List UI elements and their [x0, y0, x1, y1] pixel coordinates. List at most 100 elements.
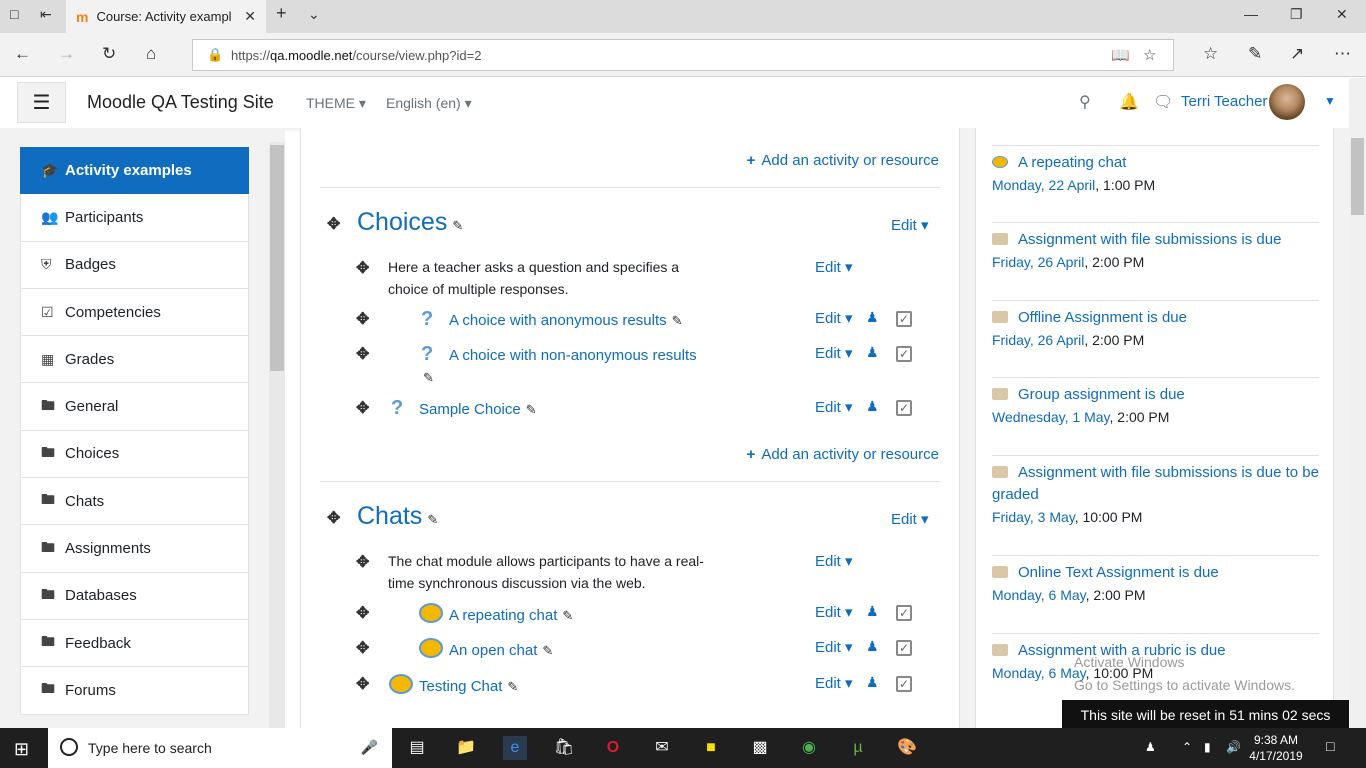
section-title-chats[interactable]: Chats ✎: [357, 502, 438, 531]
web-note-pen-icon[interactable]: ✎: [1248, 44, 1262, 64]
drawer-scrollbar-thumb[interactable]: [270, 145, 284, 371]
event-link[interactable]: Offline Assignment is due: [992, 307, 1319, 329]
edit-menu[interactable]: Edit ▾: [815, 638, 853, 656]
battery-icon[interactable]: ▮: [1204, 740, 1211, 754]
activity-link[interactable]: A repeating chat ✎: [419, 603, 573, 624]
close-tab-icon[interactable]: ✕: [244, 8, 256, 25]
move-icon[interactable]: ✥: [356, 674, 369, 694]
site-name[interactable]: Moodle QA Testing Site: [87, 92, 274, 113]
completion-checkbox[interactable]: ✓: [896, 346, 912, 362]
close-window-icon[interactable]: ✕: [1336, 6, 1348, 23]
event-link[interactable]: Online Text Assignment is due: [992, 562, 1319, 584]
utorrent-icon[interactable]: µ: [846, 736, 870, 760]
edit-menu[interactable]: Edit ▾: [815, 674, 853, 692]
store-icon[interactable]: 🛍: [552, 736, 576, 760]
edit-menu[interactable]: Edit ▾: [815, 309, 853, 327]
activity-link[interactable]: ? A choice with anonymous results ✎: [421, 308, 683, 331]
move-icon[interactable]: ✥: [356, 603, 369, 623]
event-link[interactable]: Assignment with file submissions is due …: [992, 462, 1319, 506]
nav-item-forums[interactable]: 🖿 Forums: [20, 667, 249, 715]
maximize-icon[interactable]: ❐: [1290, 6, 1303, 23]
tab-actions-icon[interactable]: □: [10, 6, 18, 22]
person-icon[interactable]: ♟: [866, 309, 879, 326]
minimize-icon[interactable]: —: [1244, 6, 1258, 22]
pencil-icon[interactable]: ✎: [427, 512, 438, 527]
activity-link[interactable]: ? A choice with non-anonymous results: [421, 343, 697, 366]
pencil-icon[interactable]: ✎: [562, 608, 573, 623]
edit-menu[interactable]: Edit ▾: [815, 344, 853, 362]
taskbar-clock[interactable]: 9:38 AM 4/17/2019: [1246, 732, 1306, 764]
person-icon[interactable]: ♟: [866, 638, 879, 655]
pencil-icon[interactable]: ✎: [452, 218, 463, 233]
section-edit-menu[interactable]: Edit ▾: [891, 510, 929, 528]
share-icon[interactable]: ↗: [1290, 44, 1304, 64]
url-input[interactable]: 🔒 https://qa.moodle.net/course/view.php?…: [192, 39, 1174, 71]
pencil-icon[interactable]: ✎: [423, 370, 434, 386]
back-icon[interactable]: ←: [14, 44, 31, 64]
person-icon[interactable]: ♟: [866, 674, 879, 691]
nav-item-activity-examples[interactable]: 🎓 Activity examples: [20, 147, 249, 195]
event-link[interactable]: Group assignment is due: [992, 384, 1319, 406]
pencil-icon[interactable]: ✎: [526, 402, 537, 417]
chrome-icon[interactable]: ◉: [797, 736, 821, 760]
search-icon[interactable]: ⚲: [1079, 92, 1091, 112]
people-icon[interactable]: ♟: [1145, 740, 1156, 754]
move-icon[interactable]: ✥: [356, 344, 369, 364]
edit-menu[interactable]: Edit ▾: [815, 603, 853, 621]
theme-menu[interactable]: THEME ▾: [306, 95, 366, 112]
pencil-icon[interactable]: ✎: [542, 643, 553, 658]
activity-link[interactable]: Testing Chat ✎: [389, 674, 518, 695]
move-icon[interactable]: ✥: [327, 508, 340, 528]
section-edit-menu[interactable]: Edit ▾: [891, 216, 929, 234]
mail-icon[interactable]: ✉: [650, 736, 674, 760]
event-date-link[interactable]: Monday, 6 May: [992, 587, 1086, 603]
completion-checkbox[interactable]: ✓: [896, 605, 912, 621]
move-icon[interactable]: ✥: [356, 398, 369, 418]
nav-item-grades[interactable]: ▦ Grades: [20, 336, 249, 384]
pencil-icon[interactable]: ✎: [672, 313, 683, 328]
tab-list-chevron-icon[interactable]: ⌄: [308, 6, 320, 23]
user-name[interactable]: Terri Teacher: [1181, 93, 1267, 110]
language-menu[interactable]: English (en) ▾: [386, 95, 472, 112]
move-icon[interactable]: ✥: [356, 638, 369, 658]
move-icon[interactable]: ✥: [327, 214, 340, 234]
taskbar-search-box[interactable]: Type here to search 🎤: [48, 728, 392, 768]
add-activity-link[interactable]: + Add an activity or resource: [747, 152, 939, 169]
messages-icon[interactable]: 🗨: [1153, 92, 1173, 112]
page-scrollbar-thumb[interactable]: [1351, 138, 1364, 215]
edge-browser-icon[interactable]: e: [503, 736, 527, 760]
event-link[interactable]: A repeating chat: [992, 152, 1319, 174]
refresh-icon[interactable]: ↻: [102, 44, 116, 64]
nav-item-assignments[interactable]: 🖿 Assignments: [20, 525, 249, 573]
section-title-choices[interactable]: Choices ✎: [357, 208, 463, 237]
set-aside-tabs-icon[interactable]: ⇤: [40, 6, 52, 23]
favorite-star-icon[interactable]: ☆: [1143, 46, 1156, 64]
add-activity-link[interactable]: + Add an activity or resource: [747, 446, 939, 463]
microphone-icon[interactable]: 🎤: [361, 739, 378, 756]
hamburger-menu-button[interactable]: ☰: [17, 82, 66, 123]
person-icon[interactable]: ♟: [866, 603, 879, 620]
user-menu-caret-icon[interactable]: ▼: [1324, 94, 1336, 108]
windows-start-icon[interactable]: ⊞: [14, 739, 29, 760]
home-icon[interactable]: ⌂: [146, 44, 156, 64]
action-center-icon[interactable]: □: [1326, 738, 1334, 754]
event-date-link[interactable]: Friday, 3 May: [992, 509, 1075, 525]
completion-checkbox[interactable]: ✓: [896, 676, 912, 692]
completion-checkbox[interactable]: ✓: [896, 311, 912, 327]
edit-menu[interactable]: Edit ▾: [815, 398, 853, 416]
completion-checkbox[interactable]: ✓: [896, 400, 912, 416]
forward-icon[interactable]: →: [58, 44, 75, 64]
event-date-link[interactable]: Wednesday, 1 May: [992, 409, 1110, 425]
nav-item-chats[interactable]: 🖿 Chats: [20, 478, 249, 526]
nav-item-participants[interactable]: 👥 Participants: [20, 194, 249, 242]
avatar[interactable]: [1269, 84, 1305, 120]
new-tab-icon[interactable]: +: [276, 3, 287, 24]
opera-icon[interactable]: O: [601, 736, 625, 760]
favorites-hub-icon[interactable]: ☆: [1203, 44, 1218, 64]
app-icon[interactable]: ▩: [748, 736, 772, 760]
activity-link[interactable]: ? Sample Choice ✎: [391, 397, 537, 420]
edit-menu[interactable]: Edit ▾: [815, 258, 853, 276]
event-date-link[interactable]: Friday, 26 April: [992, 332, 1084, 348]
nav-item-competencies[interactable]: ☑ Competencies: [20, 288, 249, 337]
nav-item-feedback[interactable]: 🖿 Feedback: [20, 619, 249, 668]
